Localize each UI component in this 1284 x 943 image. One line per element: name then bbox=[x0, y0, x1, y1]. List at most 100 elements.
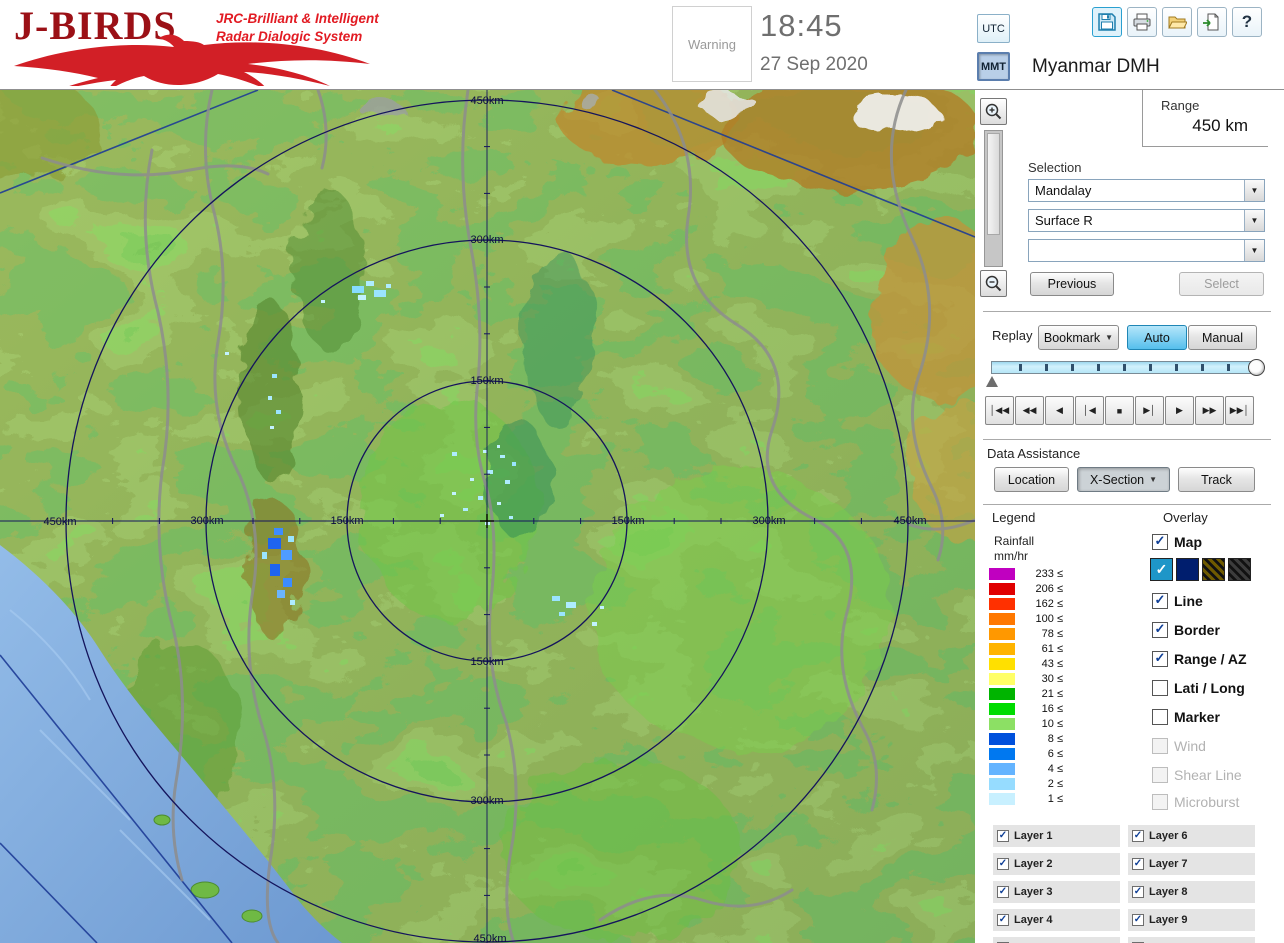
checkbox[interactable] bbox=[997, 886, 1009, 898]
playback-button[interactable]: │◀◀ bbox=[985, 396, 1014, 425]
location-button[interactable]: Location bbox=[994, 467, 1069, 492]
checkbox[interactable] bbox=[1152, 793, 1168, 810]
xsection-button-label: X-Section bbox=[1089, 472, 1145, 487]
playback-button[interactable]: ▶│ bbox=[1135, 396, 1164, 425]
range-box: Range 450 km bbox=[1142, 90, 1268, 147]
playback-button[interactable]: ■ bbox=[1105, 396, 1134, 425]
layer-row-layer-9[interactable]: Layer 9 bbox=[1128, 909, 1255, 931]
layer-row-layer-8[interactable]: Layer 8 bbox=[1128, 881, 1255, 903]
zoom-out-button[interactable] bbox=[980, 270, 1007, 297]
zoom-slider-track[interactable] bbox=[984, 130, 1003, 267]
layer-row-layer-3[interactable]: Layer 3 bbox=[993, 881, 1120, 903]
legend-value: 43 ≤ bbox=[1041, 657, 1063, 670]
playback-button[interactable]: ▶▶ bbox=[1195, 396, 1224, 425]
layer-label: Layer 9 bbox=[1149, 914, 1188, 926]
map-style-swatch[interactable] bbox=[1202, 558, 1225, 581]
utc-button[interactable]: UTC bbox=[977, 14, 1010, 43]
playback-button[interactable]: ◀ bbox=[1045, 396, 1074, 425]
timeline-handle[interactable] bbox=[1248, 359, 1265, 376]
manual-button[interactable]: Manual bbox=[1188, 325, 1257, 350]
checkbox[interactable] bbox=[1152, 737, 1168, 754]
overlay-item-line[interactable]: Line bbox=[1152, 592, 1203, 609]
overlay-item-map[interactable]: Map bbox=[1152, 533, 1202, 550]
select-button[interactable]: Select bbox=[1179, 272, 1264, 296]
map-style-swatches: ✓ bbox=[1150, 558, 1251, 581]
legend-color-swatch bbox=[989, 642, 1015, 655]
checkbox[interactable] bbox=[1152, 621, 1168, 638]
overlay-item-marker[interactable]: Marker bbox=[1152, 708, 1220, 725]
checkbox[interactable] bbox=[997, 914, 1009, 926]
layer-label: Layer 4 bbox=[1014, 914, 1053, 926]
radar-map[interactable]: 450km 300km 150km 150km 300km 450km 450km 300km… bbox=[0, 90, 975, 943]
layer-row-layer-4[interactable]: Layer 4 bbox=[993, 909, 1120, 931]
divider bbox=[983, 439, 1271, 440]
playback-button[interactable]: │◀ bbox=[1075, 396, 1104, 425]
chevron-down-icon[interactable]: ▼ bbox=[1244, 210, 1264, 231]
legend-row: 6 ≤ bbox=[989, 746, 1063, 761]
map-style-swatch[interactable]: ✓ bbox=[1150, 558, 1173, 581]
auto-button[interactable]: Auto bbox=[1127, 325, 1187, 350]
legend-row: 100 ≤ bbox=[989, 611, 1063, 626]
legend-value: 2 ≤ bbox=[1047, 777, 1063, 790]
layer-row-layer-7[interactable]: Layer 7 bbox=[1128, 853, 1255, 875]
overlay-item-border[interactable]: Border bbox=[1152, 621, 1220, 638]
help-button[interactable]: ? bbox=[1232, 7, 1262, 37]
playback-button[interactable]: ◀◀ bbox=[1015, 396, 1044, 425]
divider bbox=[983, 311, 1271, 312]
chevron-down-icon[interactable]: ▼ bbox=[1244, 240, 1264, 261]
zoom-slider-thumb[interactable] bbox=[987, 133, 1000, 235]
layer-row-partial[interactable] bbox=[993, 937, 1120, 943]
layer-label: Layer 1 bbox=[1014, 830, 1053, 842]
open-button[interactable] bbox=[1162, 7, 1192, 37]
zoom-in-button[interactable] bbox=[980, 98, 1007, 125]
checkbox[interactable] bbox=[1152, 679, 1168, 696]
checkbox[interactable] bbox=[1132, 886, 1144, 898]
map-style-swatch[interactable] bbox=[1228, 558, 1251, 581]
legend-row: 21 ≤ bbox=[989, 686, 1063, 701]
print-button[interactable] bbox=[1127, 7, 1157, 37]
playback-button[interactable]: ▶▶│ bbox=[1225, 396, 1254, 425]
overlay-item-lati-long[interactable]: Lati / Long bbox=[1152, 679, 1245, 696]
legend-value: 206 ≤ bbox=[1035, 582, 1063, 595]
export-button[interactable] bbox=[1197, 7, 1227, 37]
map-style-swatch[interactable] bbox=[1176, 558, 1199, 581]
checkbox[interactable] bbox=[1132, 858, 1144, 870]
layer-row-layer-6[interactable]: Layer 6 bbox=[1128, 825, 1255, 847]
legend-color-swatch bbox=[989, 657, 1015, 670]
chevron-down-icon[interactable]: ▼ bbox=[1244, 180, 1264, 201]
overlay-item-wind[interactable]: Wind bbox=[1152, 737, 1206, 754]
track-button[interactable]: Track bbox=[1178, 467, 1255, 492]
playback-button[interactable]: ▶ bbox=[1165, 396, 1194, 425]
overlay-item-microburst[interactable]: Microburst bbox=[1152, 793, 1239, 810]
selection-label: Selection bbox=[1028, 160, 1082, 175]
layer-row-layer-1[interactable]: Layer 1 bbox=[993, 825, 1120, 847]
print-icon bbox=[1133, 13, 1151, 31]
replay-timeline[interactable] bbox=[991, 361, 1258, 374]
product-dropdown[interactable]: Surface R ▼ bbox=[1028, 209, 1265, 232]
checkbox[interactable] bbox=[997, 830, 1009, 842]
replay-label: Replay bbox=[992, 328, 1033, 343]
site-dropdown[interactable]: Mandalay ▼ bbox=[1028, 179, 1265, 202]
mmt-button[interactable]: MMT bbox=[977, 52, 1010, 81]
checkbox[interactable] bbox=[1152, 592, 1168, 609]
xsection-button[interactable]: X-Section ▼ bbox=[1077, 467, 1170, 492]
overlay-item-range-az[interactable]: Range / AZ bbox=[1152, 650, 1247, 667]
checkbox[interactable] bbox=[1132, 830, 1144, 842]
checkbox[interactable] bbox=[1152, 708, 1168, 725]
layer-row-partial[interactable] bbox=[1128, 937, 1255, 943]
save-button[interactable] bbox=[1092, 7, 1122, 37]
option-dropdown[interactable]: ▼ bbox=[1028, 239, 1265, 262]
svg-text:300km: 300km bbox=[470, 234, 503, 246]
checkbox[interactable] bbox=[997, 858, 1009, 870]
checkbox[interactable] bbox=[1152, 650, 1168, 667]
bookmark-button[interactable]: Bookmark ▼ bbox=[1038, 325, 1119, 350]
legend-value: 4 ≤ bbox=[1047, 762, 1063, 775]
checkbox[interactable] bbox=[1132, 914, 1144, 926]
overlay-item-shear-line[interactable]: Shear Line bbox=[1152, 766, 1242, 783]
checkbox[interactable] bbox=[1152, 766, 1168, 783]
layer-row-layer-2[interactable]: Layer 2 bbox=[993, 853, 1120, 875]
legend-value: 30 ≤ bbox=[1041, 672, 1063, 685]
overlay-item-label: Map bbox=[1174, 533, 1202, 550]
checkbox[interactable] bbox=[1152, 533, 1168, 550]
previous-button[interactable]: Previous bbox=[1030, 272, 1114, 296]
